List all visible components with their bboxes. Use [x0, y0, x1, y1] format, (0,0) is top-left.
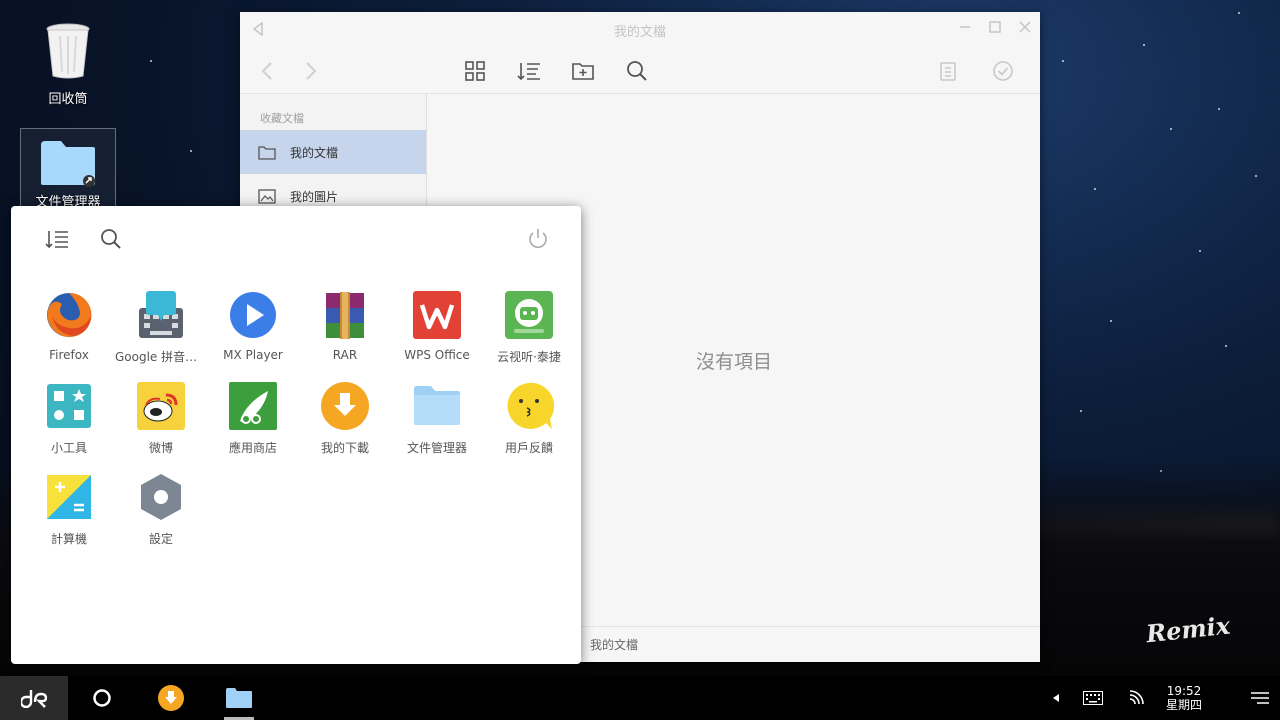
app-name: MX Player — [223, 348, 283, 362]
app-name: Google 拼音輸... — [115, 350, 207, 364]
window-title: 我的文檔 — [613, 24, 666, 40]
sort-icon[interactable] — [516, 58, 542, 84]
app-widgets[interactable]: 小工具 — [23, 381, 115, 456]
app-name: 小工具 — [50, 441, 87, 455]
play-icon — [228, 290, 278, 340]
app-feedback[interactable]: 用戶反饋 — [483, 381, 575, 456]
power-icon[interactable] — [527, 228, 549, 254]
select-check-icon[interactable] — [990, 58, 1016, 84]
search-icon[interactable] — [100, 228, 122, 254]
taskbar-downloads[interactable] — [152, 676, 190, 720]
app-name: 計算機 — [50, 532, 87, 546]
app-name: WPS Office — [404, 348, 470, 362]
folder-outline-icon — [258, 145, 276, 160]
nav-back-icon[interactable] — [254, 58, 280, 84]
taskbar: 19:52 星期四 — [0, 676, 1280, 720]
app-rar[interactable]: RAR — [299, 290, 391, 365]
menu-lines-icon — [1251, 692, 1269, 704]
app-name: 微博 — [148, 441, 173, 455]
remix-logo-icon — [21, 690, 47, 708]
calculator-icon — [44, 472, 94, 522]
desktop-icon-label: 回收筒 — [48, 92, 88, 107]
app-name: Firefox — [49, 348, 89, 362]
caret-left-icon — [1053, 694, 1059, 702]
app-store-icon — [228, 381, 278, 431]
sort-list-icon[interactable] — [45, 228, 69, 254]
app-name: 云视听·泰捷 — [497, 350, 561, 364]
widgets-icon — [44, 381, 94, 431]
feedback-icon — [504, 381, 554, 431]
keyboard-icon — [1083, 691, 1103, 705]
app-downloads[interactable]: 我的下載 — [299, 381, 391, 456]
firefox-icon — [44, 290, 94, 340]
app-wps-office[interactable]: WPS Office — [391, 290, 483, 365]
app-google-pinyin[interactable]: Google 拼音輸... — [115, 290, 207, 365]
folder-icon — [226, 688, 252, 708]
rar-icon — [320, 290, 370, 340]
sidebar-item-documents[interactable]: 我的文檔 — [240, 130, 426, 174]
clock-time: 19:52 — [1166, 684, 1202, 698]
image-icon — [258, 188, 276, 204]
pinyin-keyboard-icon — [136, 290, 186, 340]
app-store[interactable]: 應用商店 — [207, 381, 299, 456]
close-icon[interactable] — [1018, 20, 1032, 38]
folder-icon — [41, 141, 95, 187]
start-button[interactable] — [0, 676, 68, 720]
sidebar-item-label: 我的文檔 — [290, 145, 339, 160]
window-titlebar: 我的文檔 — [240, 12, 1040, 48]
sidebar-item-label: 我的圖片 — [290, 189, 339, 204]
home-button[interactable] — [84, 676, 120, 720]
minimize-icon[interactable] — [958, 20, 972, 38]
app-name: RAR — [332, 348, 358, 362]
app-name: 我的下載 — [320, 441, 369, 455]
app-weibo[interactable]: 微博 — [115, 381, 207, 456]
desktop-icon-trash[interactable]: 回收筒 — [36, 22, 100, 107]
app-name: 用戶反饋 — [504, 441, 553, 455]
app-name: 文件管理器 — [406, 441, 467, 455]
window-back-icon[interactable] — [252, 21, 264, 40]
app-grid: Firefox Google 拼音輸... MX Player RAR WPS … — [23, 290, 575, 547]
app-settings[interactable]: 設定 — [115, 472, 207, 547]
tv-icon — [504, 290, 554, 340]
sidebar-header: 收藏文檔 — [260, 112, 304, 125]
wps-icon — [412, 290, 462, 340]
tray-expand-button[interactable] — [1048, 676, 1064, 720]
taskbar-file-manager[interactable] — [218, 676, 260, 720]
app-name: 設定 — [148, 532, 173, 546]
download-icon — [158, 685, 184, 711]
app-calculator[interactable]: 計算機 — [23, 472, 115, 547]
weibo-icon — [136, 381, 186, 431]
app-name: 應用商店 — [228, 441, 277, 455]
file-manager-toolbar — [240, 48, 1040, 94]
trash-icon — [46, 23, 90, 79]
new-folder-icon[interactable] — [570, 58, 596, 84]
start-menu: Firefox Google 拼音輸... MX Player RAR WPS … — [11, 206, 581, 664]
settings-icon — [136, 472, 186, 522]
folder-icon — [412, 381, 462, 431]
download-icon — [320, 381, 370, 431]
search-icon[interactable] — [624, 58, 650, 84]
maximize-icon[interactable] — [988, 20, 1002, 38]
clipboard-icon[interactable] — [935, 58, 961, 84]
app-mx-player[interactable]: MX Player — [207, 290, 299, 365]
wifi-signal-icon — [1129, 690, 1144, 705]
app-file-manager[interactable]: 文件管理器 — [391, 381, 483, 456]
nav-forward-icon[interactable] — [298, 58, 324, 84]
keyboard-button[interactable] — [1080, 676, 1106, 720]
grid-view-icon[interactable] — [462, 58, 488, 84]
circle-home-icon — [93, 689, 111, 707]
desktop-icon-file-manager[interactable]: 文件管理器 — [20, 128, 116, 212]
notifications-button[interactable] — [1248, 676, 1272, 720]
clock-day: 星期四 — [1165, 698, 1202, 712]
app-firefox[interactable]: Firefox — [23, 290, 115, 365]
status-path-label: 我的文檔 — [590, 638, 639, 652]
clock[interactable]: 19:52 星期四 — [1154, 684, 1214, 712]
network-button[interactable] — [1124, 676, 1148, 720]
app-tv[interactable]: 云视听·泰捷 — [483, 290, 575, 365]
